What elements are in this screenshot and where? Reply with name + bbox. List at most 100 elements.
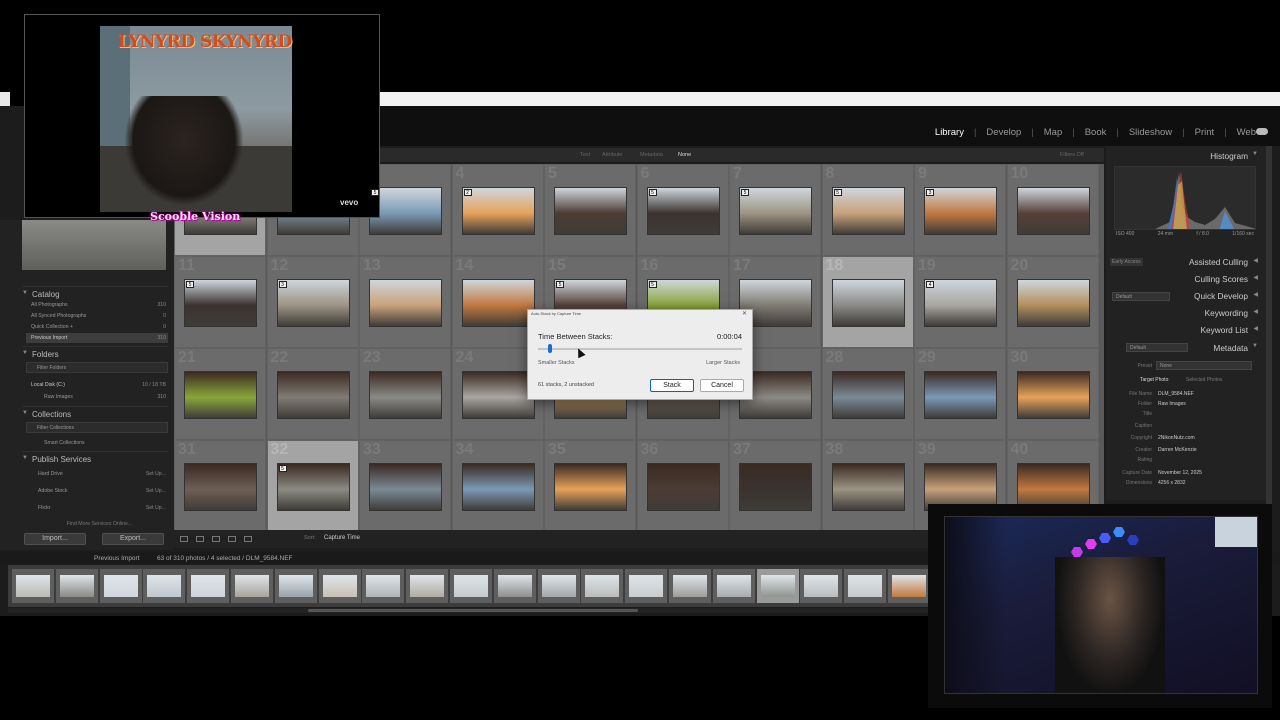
stack-count-badge[interactable]: 4 <box>926 281 934 288</box>
culling-scores-header[interactable]: Culling Scores ◀ <box>1108 274 1259 284</box>
histogram-header[interactable]: Histogram ▼ <box>1108 151 1258 161</box>
filmstrip-thumb[interactable] <box>537 569 580 603</box>
filmstrip-thumb[interactable] <box>274 569 317 603</box>
sort-select[interactable]: Capture Time <box>324 535 360 541</box>
photo-thumbnail[interactable] <box>831 279 905 327</box>
filmstrip-thumb[interactable] <box>231 569 273 603</box>
smart-collections-item[interactable]: Smart Collections <box>26 438 168 448</box>
photo-thumbnail[interactable] <box>461 371 535 419</box>
photo-thumbnail[interactable] <box>924 187 997 235</box>
people-view-icon[interactable] <box>244 536 252 542</box>
stack-count-badge[interactable]: 5 <box>741 189 749 196</box>
publish-item-action[interactable]: Set Up... <box>146 471 166 477</box>
cancel-button[interactable]: Cancel <box>700 379 744 392</box>
stack-button[interactable]: Stack <box>650 379 694 392</box>
filmstrip-thumb[interactable] <box>493 569 536 603</box>
metadata-value[interactable]: 4256 x 2832 <box>1158 480 1186 486</box>
grid-cell[interactable]: 18 <box>821 256 914 348</box>
stack-count-badge[interactable]: 5 <box>278 465 287 472</box>
module-print[interactable]: Print <box>1195 127 1215 138</box>
grid-cell[interactable]: 34 <box>451 440 544 532</box>
navigator-preview[interactable] <box>22 220 166 270</box>
filmstrip-thumb[interactable] <box>406 569 449 603</box>
metadata-value[interactable]: 2NikonNutz.com <box>1158 435 1195 441</box>
photo-thumbnail[interactable] <box>369 279 442 327</box>
collections-header[interactable]: ▼ Collections <box>22 406 168 420</box>
publish-item-action[interactable]: Set Up... <box>146 505 166 511</box>
filmstrip-thumb[interactable] <box>844 569 887 603</box>
publish-item[interactable]: Hard Drive Set Up... <box>26 469 168 479</box>
metadata-value[interactable]: Darren McKenzie <box>1158 447 1197 453</box>
grid-cell[interactable]: 5 <box>544 164 636 256</box>
filmstrip-thumb[interactable] <box>625 569 668 603</box>
metadata-value[interactable]: Raw Images <box>1158 401 1186 407</box>
grid-cell[interactable]: 33 <box>359 440 451 532</box>
grid-cell[interactable]: 28 <box>821 348 914 440</box>
grid-cell[interactable]: 23 <box>359 348 451 440</box>
photo-thumbnail[interactable] <box>184 371 257 419</box>
grid-view-icon[interactable] <box>180 536 188 542</box>
grid-cell[interactable]: 30 <box>1006 348 1099 440</box>
publish-item-action[interactable]: Set Up... <box>146 488 166 494</box>
stack-time-slider[interactable] <box>538 348 742 350</box>
target-photo-tab[interactable]: Target Photo <box>1140 377 1168 383</box>
catalog-item[interactable]: All Synced Photographs 0 <box>26 311 168 321</box>
filter-attribute[interactable]: Attribute <box>602 152 622 158</box>
folders-header[interactable]: ▼ Folders <box>22 346 168 360</box>
grid-cell[interactable]: 11 5 <box>174 256 266 348</box>
folder-item[interactable]: Raw Images 310 <box>26 392 168 402</box>
grid-cell[interactable]: 20 <box>1006 256 1099 348</box>
catalog-item[interactable]: Quick Collection + 0 <box>26 322 168 332</box>
stack-count-badge[interactable]: 5 <box>648 189 657 196</box>
grid-cell[interactable]: 42 <box>451 164 544 256</box>
filter-folders-input[interactable]: Filter Folders <box>26 362 168 373</box>
photo-thumbnail[interactable] <box>646 463 720 511</box>
publish-item[interactable]: Flickr Set Up... <box>26 503 168 513</box>
photo-thumbnail[interactable] <box>461 187 535 235</box>
photo-thumbnail[interactable] <box>276 463 350 511</box>
module-slideshow[interactable]: Slideshow <box>1129 127 1172 138</box>
stack-count-badge[interactable]: 5 <box>648 281 657 288</box>
grid-cell[interactable]: 31 <box>174 440 266 532</box>
filmstrip-scrollbar[interactable] <box>8 608 928 613</box>
stack-count-badge[interactable]: 5 <box>833 189 842 196</box>
grid-cell[interactable]: 10 <box>1006 164 1099 256</box>
grid-cell[interactable]: 65 <box>636 164 729 256</box>
metadata-value[interactable]: DLM_9584.NEF <box>1158 391 1194 397</box>
compare-view-icon[interactable] <box>212 536 220 542</box>
stack-count-badge[interactable]: 5 <box>371 189 379 196</box>
grid-cell[interactable]: 19 4 <box>914 256 1006 348</box>
grid-cell[interactable]: 38 <box>821 440 914 532</box>
filmstrip-thumb[interactable] <box>450 569 492 603</box>
grid-cell[interactable]: 21 <box>174 348 266 440</box>
filmstrip-thumb[interactable] <box>888 569 930 603</box>
photo-thumbnail[interactable] <box>461 279 535 327</box>
photo-thumbnail[interactable] <box>1016 187 1090 235</box>
photo-thumbnail[interactable] <box>184 463 257 511</box>
filter-metadata[interactable]: Metadata <box>640 152 663 158</box>
filters-off[interactable]: Filters Off <box>1060 152 1084 158</box>
right-panel-scrollbar[interactable] <box>1266 146 1272 566</box>
photo-thumbnail[interactable] <box>924 371 997 419</box>
photo-thumbnail[interactable] <box>554 463 627 511</box>
module-develop[interactable]: Develop <box>986 127 1021 138</box>
filmstrip-thumb[interactable] <box>187 569 230 603</box>
survey-view-icon[interactable] <box>228 536 236 542</box>
volume-item[interactable]: Local Disk (C:) 10 / 18 TB <box>26 380 168 390</box>
filmstrip-thumb[interactable] <box>581 569 624 603</box>
photo-thumbnail[interactable] <box>276 279 350 327</box>
module-library[interactable]: Library <box>935 127 964 138</box>
photo-thumbnail[interactable] <box>276 371 350 419</box>
keyword-list-header[interactable]: Keyword List ◀ <box>1108 325 1259 335</box>
photo-thumbnail[interactable] <box>924 279 997 327</box>
preset-select[interactable]: None <box>1156 361 1252 370</box>
filter-none[interactable]: None <box>678 152 691 158</box>
module-web[interactable]: Web <box>1237 127 1256 138</box>
photo-thumbnail[interactable] <box>461 463 535 511</box>
photo-thumbnail[interactable] <box>831 463 905 511</box>
keywording-header[interactable]: Keywording ◀ <box>1108 308 1258 318</box>
stack-count-badge[interactable]: 3 <box>278 281 287 288</box>
photo-thumbnail[interactable] <box>831 371 905 419</box>
grid-cell[interactable]: 12 3 <box>266 256 359 348</box>
stack-count-badge[interactable]: 2 <box>463 189 472 196</box>
